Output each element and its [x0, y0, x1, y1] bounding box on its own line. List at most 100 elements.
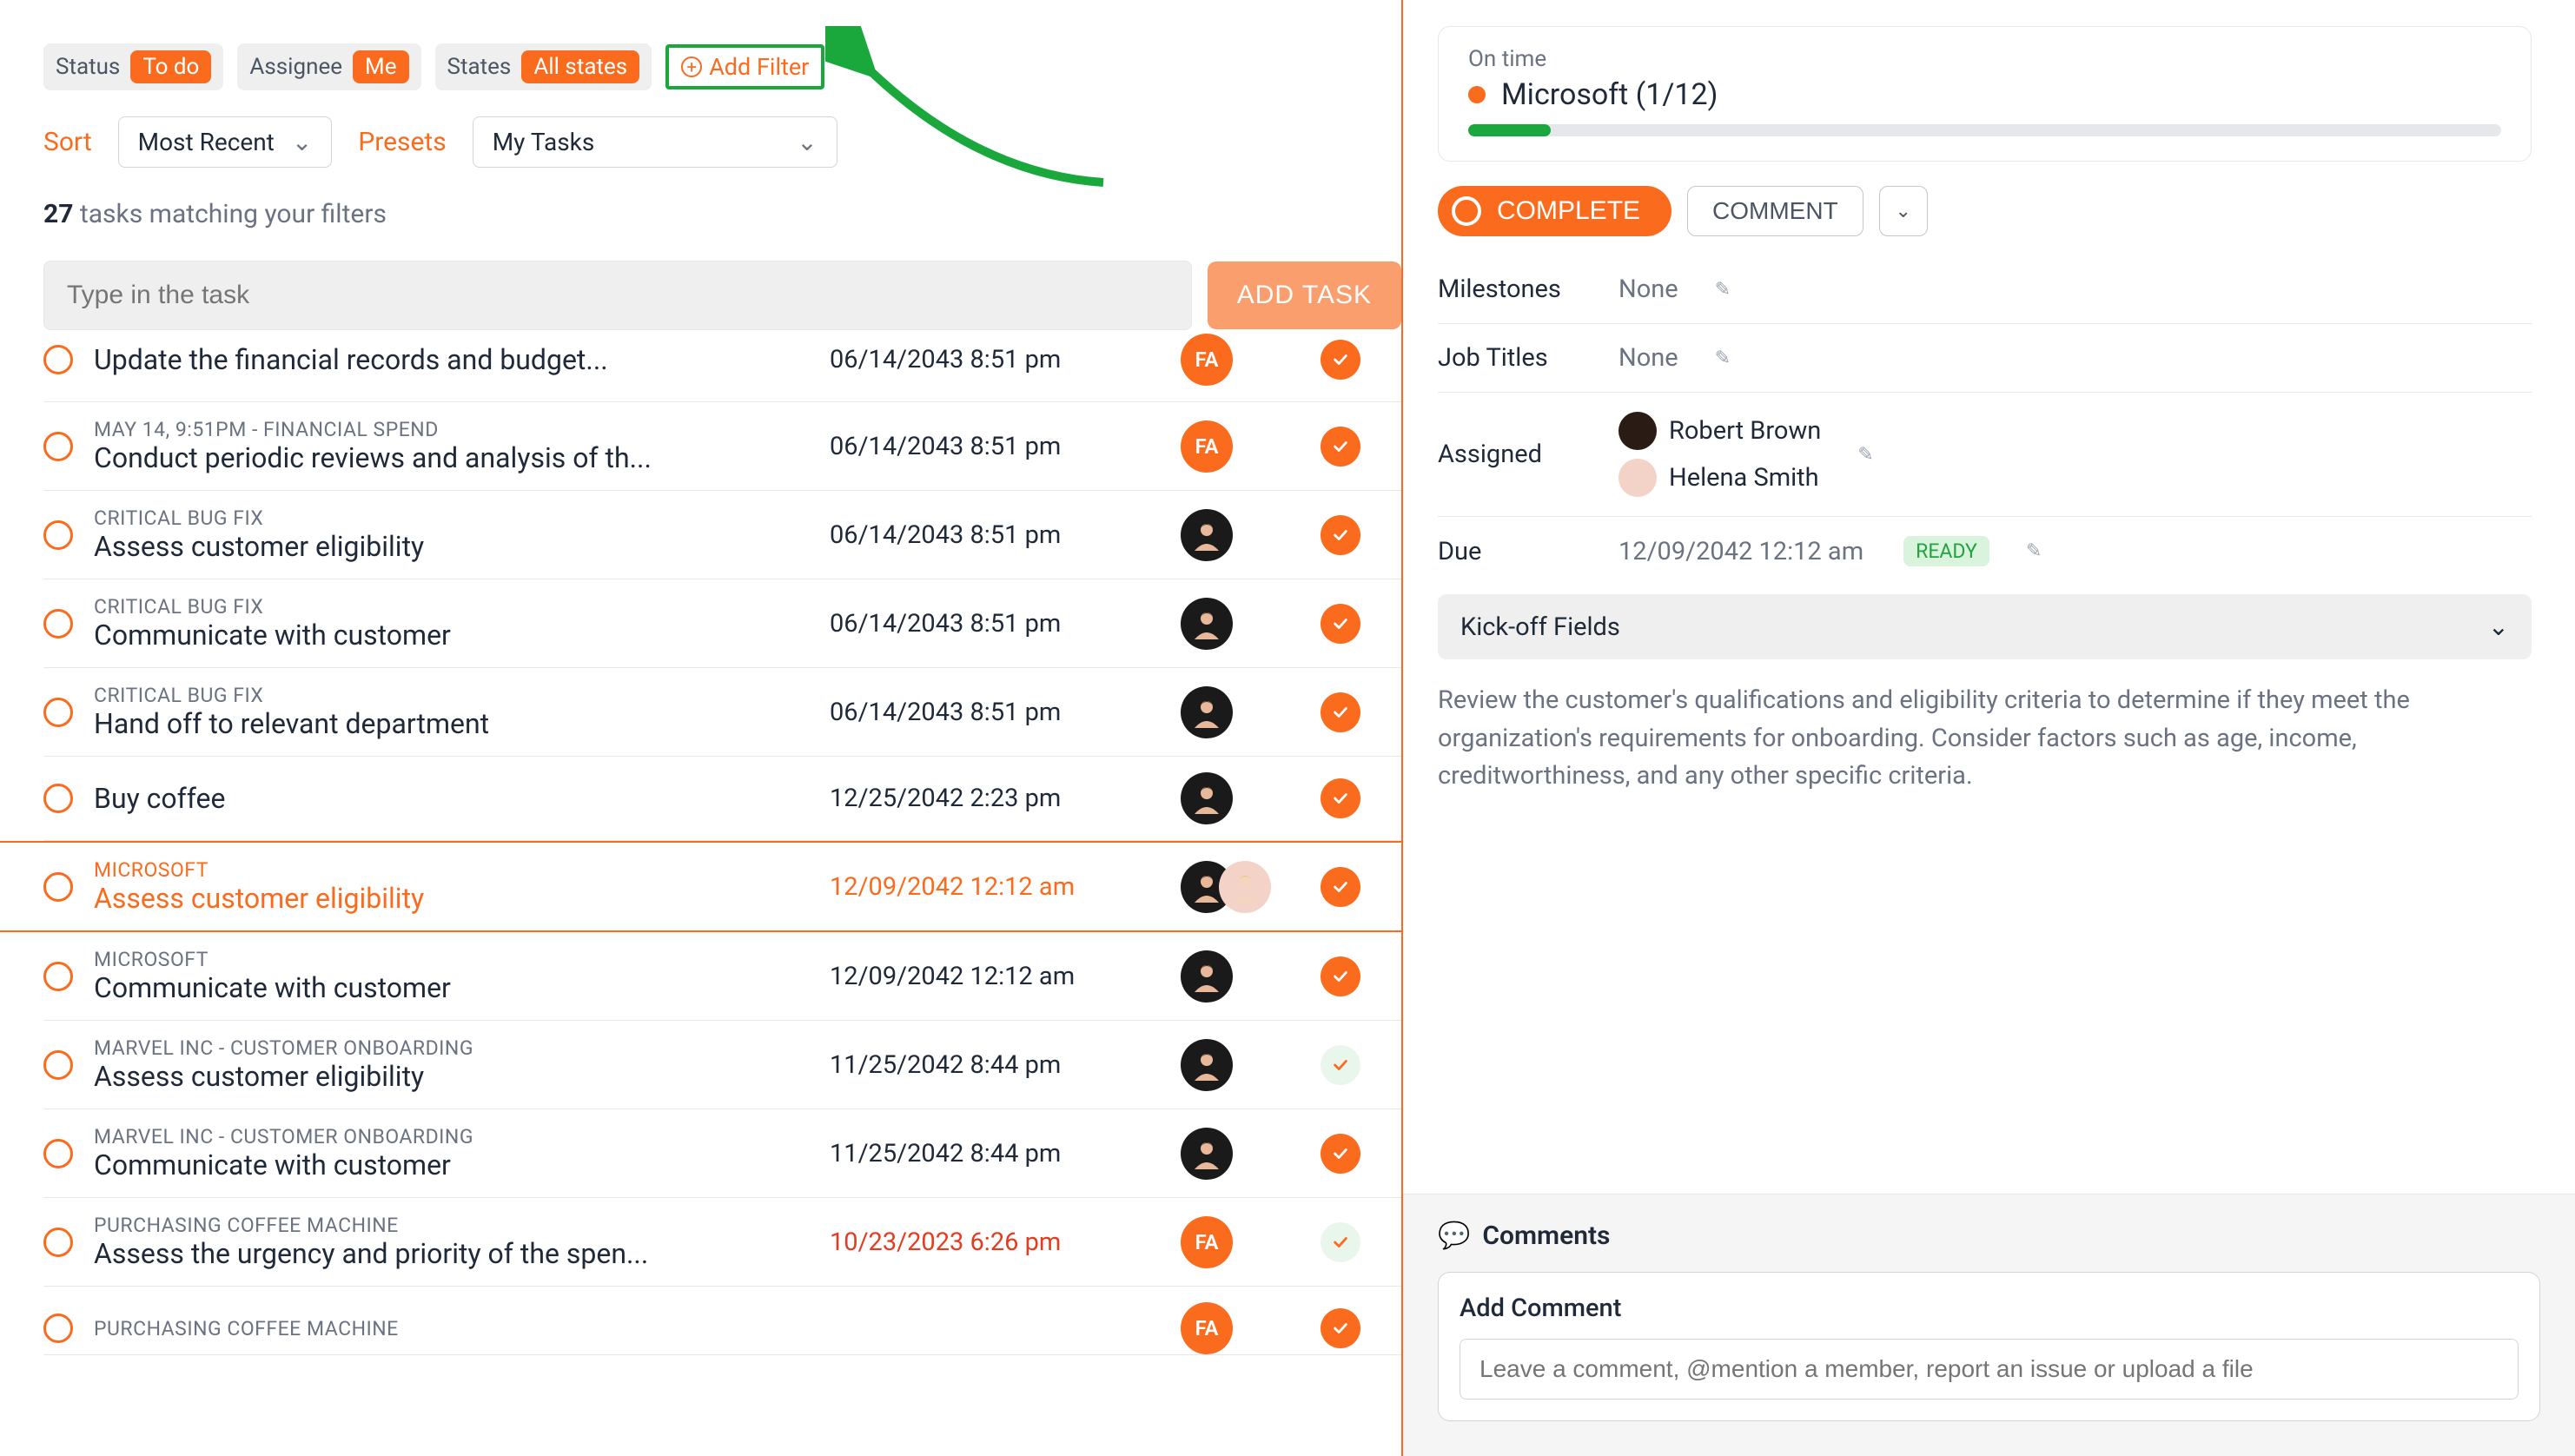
- filter-status[interactable]: Status To do: [43, 43, 223, 90]
- task-row[interactable]: MICROSOFT Communicate with customer 12/0…: [43, 932, 1401, 1021]
- task-complete-circle[interactable]: [43, 698, 73, 727]
- task-complete-circle[interactable]: [43, 784, 73, 813]
- avatar-icon: [1181, 772, 1233, 824]
- pencil-icon[interactable]: ✎: [1715, 279, 1731, 301]
- comment-box: Add Comment: [1438, 1272, 2540, 1421]
- comment-input[interactable]: [1460, 1339, 2519, 1400]
- task-date: 06/14/2043 8:51 pm: [830, 520, 1160, 550]
- task-complete-circle[interactable]: [43, 962, 73, 991]
- task-complete-circle[interactable]: [43, 872, 73, 902]
- check-circle-icon[interactable]: [1321, 340, 1360, 380]
- comment-dropdown-button[interactable]: ⌄: [1879, 186, 1928, 236]
- task-main: MICROSOFT Assess customer eligibility: [94, 858, 809, 915]
- task-title: Assess the urgency and priority of the s…: [94, 1237, 702, 1270]
- progress-fill: [1468, 124, 1551, 136]
- due-label: Due: [1438, 537, 1594, 566]
- ontime-label: On time: [1468, 46, 2501, 72]
- task-context: MAY 14, 9:51PM - FINANCIAL SPEND: [94, 418, 809, 441]
- task-complete-circle[interactable]: [43, 432, 73, 461]
- filter-assignee-value: Me: [353, 50, 409, 83]
- check-circle-icon[interactable]: [1321, 1308, 1360, 1348]
- comments-title: 💬 Comments: [1438, 1221, 2540, 1251]
- check-circle-icon[interactable]: [1321, 604, 1360, 644]
- task-row[interactable]: CRITICAL BUG FIX Assess customer eligibi…: [43, 491, 1401, 579]
- task-input[interactable]: [43, 261, 1192, 330]
- chevron-down-icon: ⌄: [797, 128, 817, 156]
- due-value: 12/09/2042 12:12 am: [1618, 537, 1863, 566]
- task-context: MICROSOFT: [94, 948, 809, 971]
- sort-select[interactable]: Most Recent ⌄: [118, 116, 333, 168]
- task-row[interactable]: CRITICAL BUG FIX Hand off to relevant de…: [43, 668, 1401, 757]
- task-row[interactable]: MAY 14, 9:51PM - FINANCIAL SPEND Conduct…: [43, 402, 1401, 491]
- check-circle-icon[interactable]: [1321, 1045, 1360, 1085]
- task-row[interactable]: MICROSOFT Assess customer eligibility 12…: [0, 841, 1401, 932]
- ready-pill: READY: [1903, 536, 1989, 566]
- check-circle-icon[interactable]: [1321, 1134, 1360, 1174]
- task-context: MICROSOFT: [94, 858, 809, 882]
- task-context: PURCHASING COFFEE MACHINE: [94, 1214, 809, 1237]
- avatar-icon: [1181, 950, 1233, 1003]
- check-circle-icon[interactable]: [1321, 692, 1360, 732]
- jobtitles-value: None: [1618, 343, 1678, 373]
- task-complete-circle[interactable]: [43, 345, 73, 374]
- task-title: Assess customer eligibility: [94, 882, 702, 915]
- check-circle-icon[interactable]: [1321, 1222, 1360, 1262]
- pencil-icon[interactable]: ✎: [1857, 444, 1873, 466]
- check-circle-icon[interactable]: [1321, 778, 1360, 818]
- add-comment-label: Add Comment: [1460, 1294, 2519, 1323]
- pencil-icon[interactable]: ✎: [1715, 347, 1731, 369]
- task-complete-circle[interactable]: [43, 609, 73, 639]
- presets-select[interactable]: My Tasks ⌄: [473, 116, 837, 168]
- task-title: Communicate with customer: [94, 971, 702, 1004]
- task-title: Assess customer eligibility: [94, 1060, 702, 1093]
- check-circle-icon[interactable]: [1321, 956, 1360, 996]
- comment-button[interactable]: COMMENT: [1687, 186, 1863, 236]
- assigned-label: Assigned: [1438, 440, 1594, 469]
- filter-states-value: All states: [521, 50, 639, 83]
- task-row[interactable]: MARVEL INC - CUSTOMER ONBOARDING Communi…: [43, 1109, 1401, 1198]
- pencil-icon[interactable]: ✎: [2026, 540, 2042, 562]
- task-row[interactable]: Update the financial records and budget.…: [43, 334, 1401, 402]
- check-col: [1306, 1134, 1375, 1174]
- kickoff-label: Kick-off Fields: [1460, 612, 1620, 642]
- check-col: [1306, 1222, 1375, 1262]
- avatar-icon: [1181, 598, 1233, 650]
- assignee-col: FA: [1181, 1216, 1285, 1268]
- filter-states[interactable]: States All states: [435, 43, 652, 90]
- assignee-col: FA: [1181, 334, 1285, 386]
- add-task-button[interactable]: ADD TASK: [1208, 261, 1401, 329]
- task-row[interactable]: PURCHASING COFFEE MACHINE Assess the urg…: [43, 1198, 1401, 1287]
- task-date: 10/23/2023 6:26 pm: [830, 1228, 1160, 1257]
- task-complete-circle[interactable]: [43, 1139, 73, 1168]
- task-row[interactable]: MARVEL INC - CUSTOMER ONBOARDING Assess …: [43, 1021, 1401, 1109]
- check-circle-icon[interactable]: [1321, 867, 1360, 907]
- task-complete-circle[interactable]: [43, 520, 73, 550]
- task-complete-circle[interactable]: [43, 1314, 73, 1343]
- task-complete-circle[interactable]: [43, 1228, 73, 1257]
- task-date: 12/09/2042 12:12 am: [830, 962, 1160, 991]
- task-main: CRITICAL BUG FIX Hand off to relevant de…: [94, 684, 809, 740]
- action-row: COMPLETE COMMENT ⌄: [1438, 186, 2532, 236]
- add-filter-button[interactable]: + Add Filter: [665, 44, 824, 89]
- task-list: Update the financial records and budget.…: [43, 334, 1401, 1355]
- project-name: Microsoft (1/12): [1501, 77, 1718, 112]
- presets-label: Presets: [358, 127, 446, 157]
- kickoff-toggle[interactable]: Kick-off Fields ⌄: [1438, 594, 2532, 659]
- filter-status-value: To do: [130, 50, 211, 83]
- task-context: CRITICAL BUG FIX: [94, 506, 809, 530]
- task-row[interactable]: PURCHASING COFFEE MACHINE FA: [43, 1287, 1401, 1355]
- check-circle-icon[interactable]: [1321, 515, 1360, 555]
- task-main: MARVEL INC - CUSTOMER ONBOARDING Communi…: [94, 1125, 809, 1181]
- complete-button[interactable]: COMPLETE: [1438, 186, 1671, 236]
- avatar-icon: [1618, 459, 1657, 497]
- task-row[interactable]: Buy coffee 12/25/2042 2:23 pm: [43, 757, 1401, 841]
- task-date: 06/14/2043 8:51 pm: [830, 345, 1160, 374]
- task-row[interactable]: CRITICAL BUG FIX Communicate with custom…: [43, 579, 1401, 668]
- filter-status-label: Status: [56, 54, 120, 80]
- check-col: [1306, 1308, 1375, 1348]
- task-title: Communicate with customer: [94, 619, 702, 652]
- check-circle-icon[interactable]: [1321, 427, 1360, 467]
- task-context: MARVEL INC - CUSTOMER ONBOARDING: [94, 1036, 809, 1060]
- filter-assignee[interactable]: Assignee Me: [237, 43, 420, 90]
- task-complete-circle[interactable]: [43, 1050, 73, 1080]
